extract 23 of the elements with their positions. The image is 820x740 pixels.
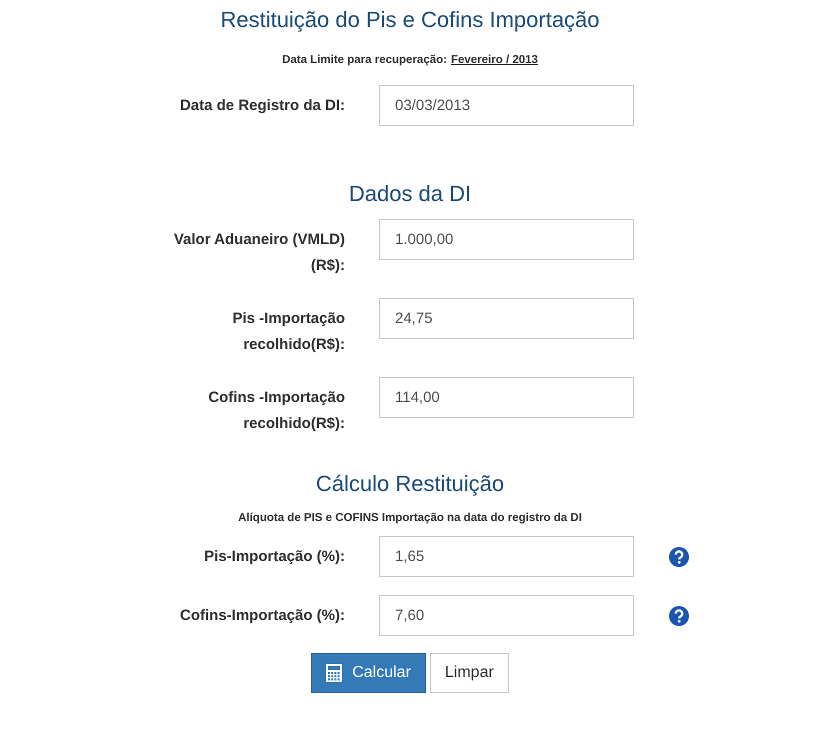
help-icon[interactable] bbox=[669, 606, 689, 626]
input-field[interactable]: 24,75 bbox=[379, 298, 634, 339]
field-label: Data de Registro da DI: bbox=[178, 96, 345, 116]
section-title: Dados da DI bbox=[348, 180, 472, 208]
calculate-button[interactable]: Calcular bbox=[311, 653, 426, 693]
help-icon[interactable] bbox=[669, 547, 689, 567]
input-field[interactable]: 1,65 bbox=[379, 536, 634, 577]
field-label: Valor Aduaneiro (VMLD) (R$): bbox=[172, 230, 345, 276]
deadline-label: Data Limite para recuperação: bbox=[282, 53, 447, 68]
deadline-link[interactable]: Fevereiro / 2013 bbox=[450, 52, 538, 68]
page-title: Restituição do Pis e Cofins Importação bbox=[220, 6, 600, 34]
section-title: Cálculo Restituição bbox=[316, 470, 504, 498]
field-label: Pis-Importação (%): bbox=[203, 547, 345, 567]
field-label: Cofins -Importação recolhido(R$): bbox=[207, 388, 345, 434]
field-label: Pis -Importação recolhido(R$): bbox=[231, 309, 345, 355]
clear-button[interactable]: Limpar bbox=[430, 653, 509, 693]
input-field[interactable]: 1.000,00 bbox=[379, 219, 634, 260]
section-note: Alíquota de PIS e COFINS Importação na data do registro da DI bbox=[238, 511, 582, 526]
calculator-icon bbox=[326, 664, 342, 682]
date-field[interactable]: 03/03/2013 bbox=[379, 85, 634, 126]
input-field[interactable]: 114,00 bbox=[379, 377, 634, 418]
input-field[interactable]: 7,60 bbox=[379, 595, 634, 636]
field-label: Cofins-Importação (%): bbox=[179, 606, 345, 626]
